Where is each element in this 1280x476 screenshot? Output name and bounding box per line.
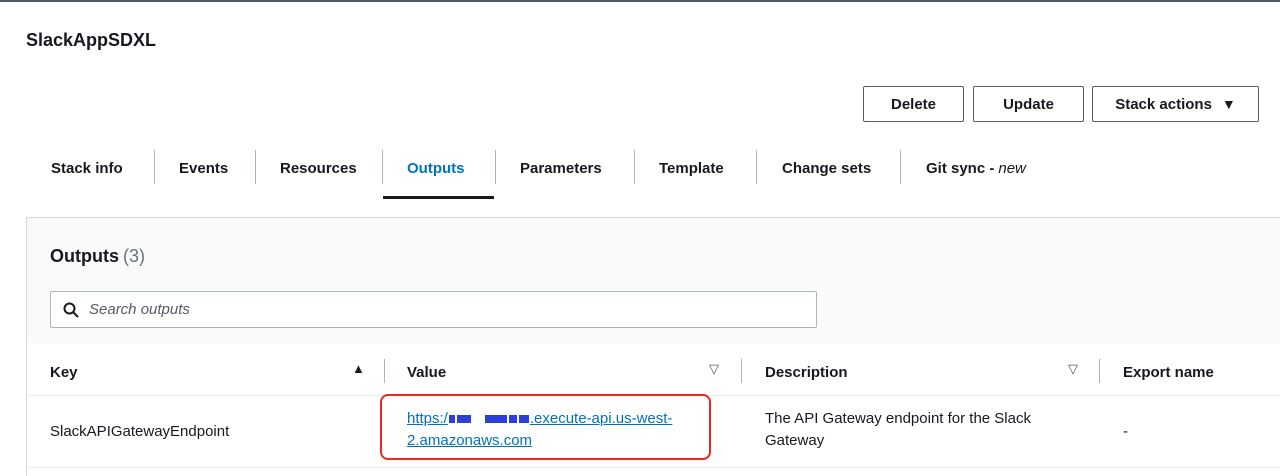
tab-label: Resources: [280, 160, 357, 177]
tab-template[interactable]: Template: [659, 138, 724, 199]
tab-parameters[interactable]: Parameters: [520, 138, 602, 199]
column-header-key[interactable]: Key: [50, 359, 78, 385]
tab-stack-info[interactable]: Stack info: [51, 138, 123, 199]
page-title: SlackAppSDXL: [26, 30, 157, 50]
tab-divider: [255, 150, 256, 184]
stack-actions-label: Stack actions: [1115, 95, 1212, 113]
delete-button[interactable]: Delete: [863, 86, 964, 122]
sort-icon[interactable]: ▽: [709, 361, 719, 377]
tab-label: Parameters: [520, 160, 602, 177]
column-header-value[interactable]: Value: [407, 359, 446, 385]
column-divider[interactable]: [741, 359, 742, 383]
output-key: SlackAPIGatewayEndpoint: [50, 423, 230, 440]
column-header-description[interactable]: Description: [765, 359, 848, 385]
tab-divider: [154, 150, 155, 184]
tab-divider: [634, 150, 635, 184]
sort-ascending-icon[interactable]: ▲: [352, 361, 365, 376]
tab-git-sync[interactable]: Git sync - new: [926, 138, 1026, 199]
column-header-export-name: Export name: [1123, 363, 1214, 381]
tab-resources[interactable]: Resources: [280, 138, 357, 199]
caret-down-icon: ▼: [1221, 96, 1236, 112]
column-divider[interactable]: [1099, 359, 1100, 383]
tab-divider: [900, 150, 901, 184]
tab-change-sets[interactable]: Change sets: [782, 138, 871, 199]
tab-label: Outputs: [407, 160, 465, 177]
outputs-title: Outputs (3): [50, 246, 145, 267]
update-button[interactable]: Update: [973, 86, 1084, 122]
tab-divider: [756, 150, 757, 184]
tab-label: Change sets: [782, 160, 872, 177]
stack-actions-button[interactable]: Stack actions ▼: [1092, 86, 1259, 122]
tab-label: Template: [659, 160, 724, 177]
sort-icon[interactable]: ▽: [1068, 361, 1078, 377]
search-outputs-box[interactable]: [50, 291, 817, 328]
tab-outputs[interactable]: Outputs: [407, 138, 465, 199]
tab-label: Git sync -: [926, 160, 995, 177]
outputs-title-text: Outputs: [50, 246, 119, 266]
highlight-annotation: [380, 394, 711, 460]
tab-events[interactable]: Events: [179, 138, 228, 199]
row-divider: [27, 467, 1280, 468]
column-divider[interactable]: [384, 359, 385, 383]
outputs-count: (3): [123, 246, 145, 266]
search-input[interactable]: [89, 301, 789, 318]
output-description: The API Gateway endpoint for the Slack G…: [765, 410, 1031, 449]
active-tab-indicator: [383, 196, 494, 199]
tab-label: Events: [179, 160, 229, 177]
tab-label: Stack info: [51, 160, 123, 177]
tab-divider: [495, 150, 496, 184]
top-border: [0, 0, 1280, 2]
output-export-name: -: [1123, 423, 1128, 440]
tab-new-badge: new: [998, 160, 1026, 177]
tab-divider: [382, 150, 383, 184]
search-icon: [63, 302, 79, 317]
